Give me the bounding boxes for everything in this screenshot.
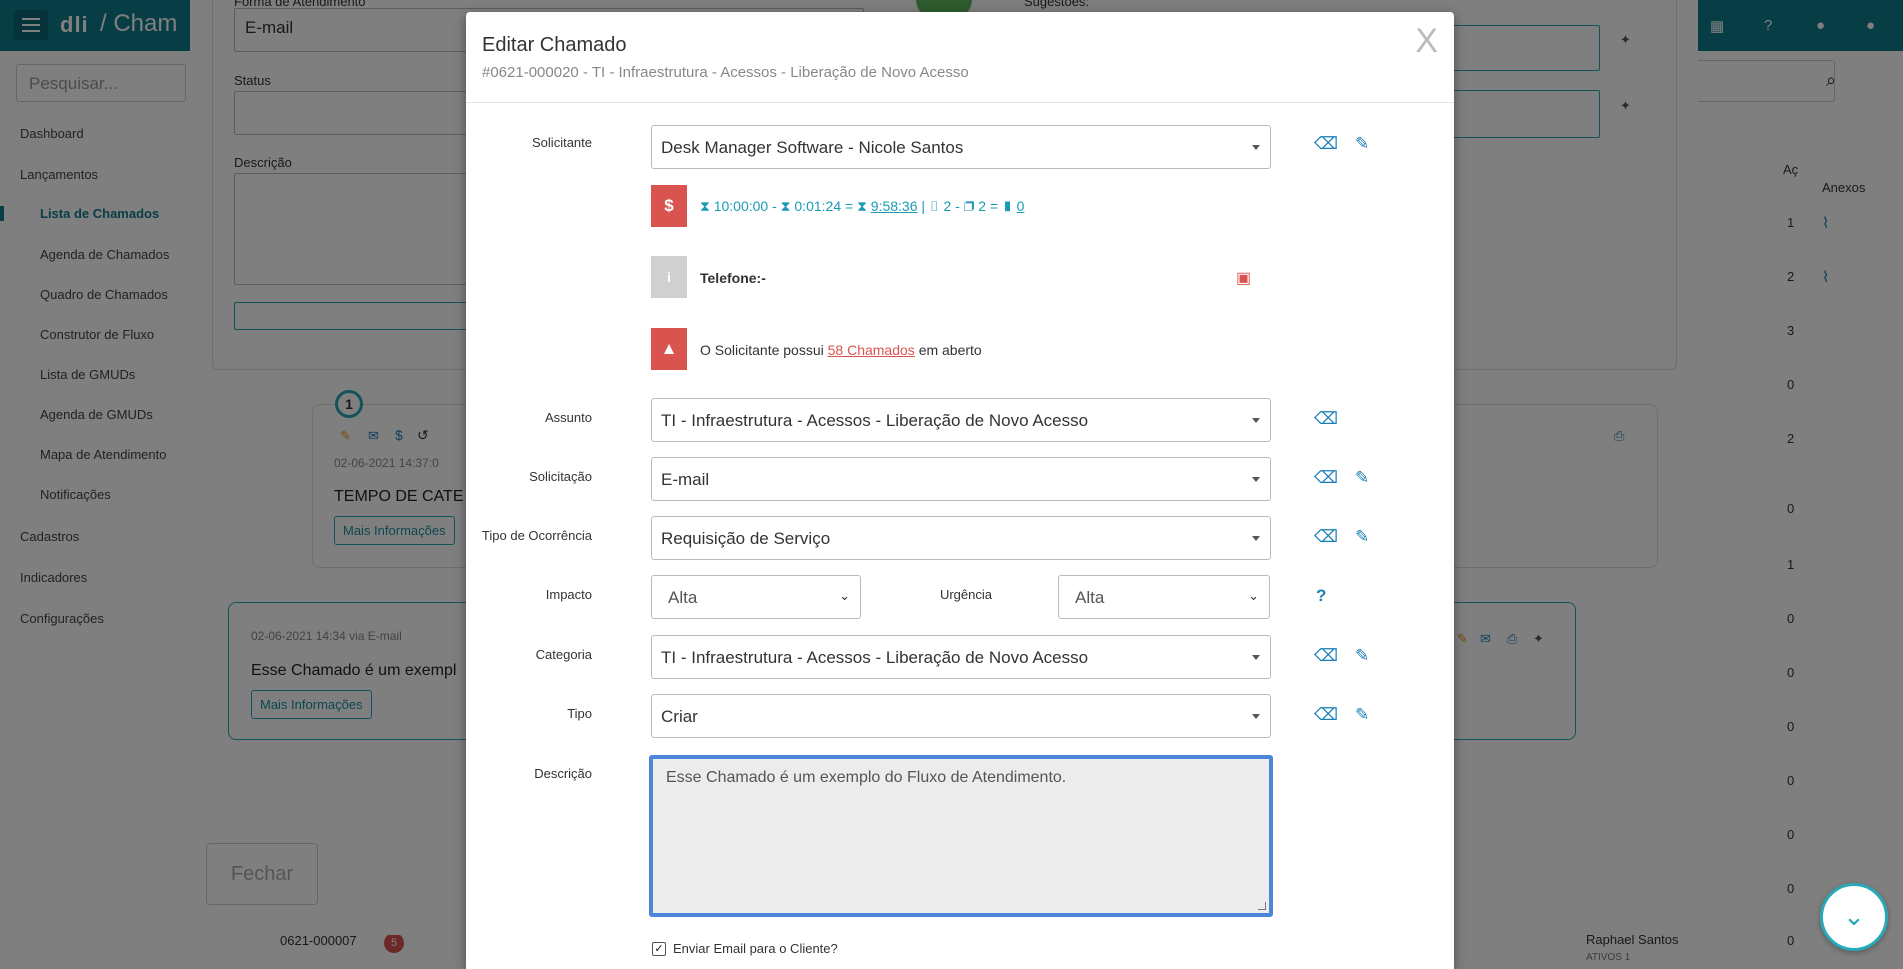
eraser-icon[interactable]: ⌫ (1314, 646, 1338, 666)
document-icon: ▮ (1002, 198, 1013, 214)
telefone-line: Telefone:- (700, 270, 766, 286)
eraser-icon[interactable]: ⌫ (1314, 409, 1338, 429)
telefone-value: - (761, 270, 766, 286)
dollar-icon: $ (651, 185, 687, 227)
close-icon[interactable]: X (1415, 22, 1438, 61)
solicitacao-label: Solicitação (529, 469, 592, 484)
modal-divider (466, 102, 1454, 103)
descricao-textarea[interactable]: Esse Chamado é um exemplo do Fluxo de At… (649, 755, 1273, 917)
solicitacao-select[interactable]: E-mail (651, 457, 1271, 501)
resize-handle[interactable] (1258, 902, 1266, 910)
scroll-down-button[interactable]: ⌄ (1820, 883, 1888, 951)
tipo-ocorrencia-label: Tipo de Ocorrência (481, 528, 592, 543)
caret-down-icon (1252, 145, 1260, 150)
chevron-down-icon: ⌄ (1843, 901, 1865, 931)
chevron-down-icon: ⌄ (1248, 588, 1259, 603)
pencil-icon[interactable]: ✎ (1355, 527, 1369, 547)
impacto-label: Impacto (545, 587, 592, 602)
impacto-select[interactable]: Alta ⌄ (651, 575, 861, 619)
enviar-email-label: Enviar Email para o Cliente? (673, 941, 838, 956)
open-tickets-alert: O Solicitante possui 58 Chamados em aber… (700, 342, 982, 358)
categoria-label: Categoria (535, 647, 592, 662)
time-info: ⧗ 10:00:00 - ⧗ 0:01:24 = ⧗ 9:58:36 | ▯ 2… (700, 198, 1025, 214)
count-total: 2 (943, 198, 952, 214)
tipo-label: Tipo (567, 706, 592, 721)
caret-down-icon (1252, 655, 1260, 660)
time-remaining-link[interactable]: 9:58:36 (871, 198, 918, 214)
hourglass-icon: ⧗ (780, 198, 791, 214)
assunto-select[interactable]: TI - Infraestrutura - Acessos - Liberaçã… (651, 398, 1271, 442)
chevron-down-icon: ⌄ (839, 588, 850, 603)
urgencia-select[interactable]: Alta ⌄ (1058, 575, 1270, 619)
solicitante-value: Desk Manager Software - Nicole Santos (661, 138, 964, 157)
solicitante-label: Solicitante (532, 135, 592, 150)
urgencia-label: Urgência (939, 587, 992, 602)
eraser-icon[interactable]: ⌫ (1314, 134, 1338, 154)
tipo-ocorrencia-select[interactable]: Requisição de Serviço (651, 516, 1271, 560)
copy-icon: ❐ (963, 198, 975, 214)
pencil-icon[interactable]: ✎ (1355, 646, 1369, 666)
document-icon: ▯ (928, 198, 940, 214)
help-icon[interactable]: ? (1316, 586, 1326, 606)
pencil-icon[interactable]: ✎ (1355, 468, 1369, 488)
telefone-label: Telefone: (700, 270, 762, 286)
modal-title: Editar Chamado (482, 34, 627, 56)
descricao-label: Descrição (534, 766, 592, 781)
hourglass-icon: ⧗ (700, 198, 710, 214)
eraser-icon[interactable]: ⌫ (1314, 705, 1338, 725)
hourglass-icon: ⧗ (857, 198, 867, 214)
info-icon: i (651, 256, 687, 298)
enviar-email-checkbox[interactable]: ✓ (652, 942, 666, 956)
count-remaining-link[interactable]: 0 (1017, 198, 1025, 214)
time-spent: 0:01:24 (794, 198, 842, 214)
modal-subtitle: #0621-000020 - TI - Infraestrutura - Ace… (482, 64, 969, 81)
count-used: 2 (978, 198, 987, 214)
categoria-select[interactable]: TI - Infraestrutura - Acessos - Liberaçã… (651, 635, 1271, 679)
tipo-select[interactable]: Criar (651, 694, 1271, 738)
assunto-label: Assunto (545, 410, 592, 425)
caret-down-icon (1252, 477, 1260, 482)
eraser-icon[interactable]: ⌫ (1314, 527, 1338, 547)
eraser-icon[interactable]: ⌫ (1314, 468, 1338, 488)
solicitante-select[interactable]: Desk Manager Software - Nicole Santos (651, 125, 1271, 169)
warning-icon: ▲ (651, 328, 687, 370)
pencil-icon[interactable]: ✎ (1355, 705, 1369, 725)
caret-down-icon (1252, 536, 1260, 541)
caret-down-icon (1252, 418, 1260, 423)
caret-down-icon (1252, 714, 1260, 719)
open-tickets-link[interactable]: 58 Chamados (828, 342, 915, 358)
time-total: 10:00:00 (713, 198, 769, 214)
briefcase-icon[interactable]: ▣ (1236, 268, 1251, 288)
pencil-icon[interactable]: ✎ (1355, 134, 1369, 154)
editar-chamado-modal: Editar Chamado #0621-000020 - TI - Infra… (466, 12, 1454, 969)
